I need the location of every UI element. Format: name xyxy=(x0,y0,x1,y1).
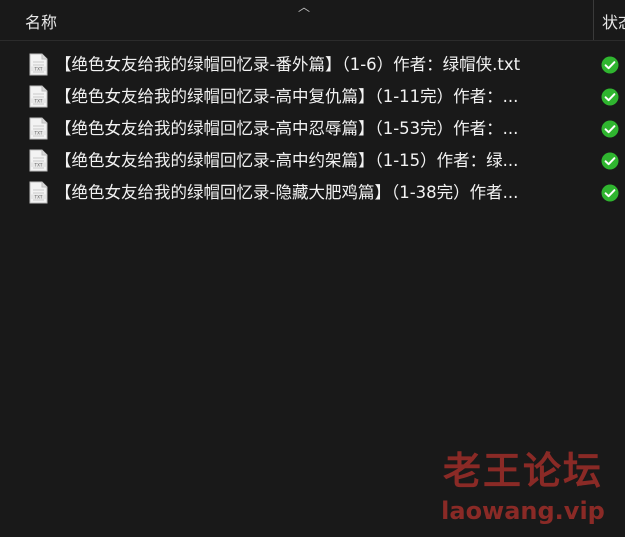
file-name[interactable]: 【绝色女友给我的绿帽回忆录-高中复仇篇】（1-11完）作者：... xyxy=(55,85,575,109)
column-divider[interactable] xyxy=(593,0,594,40)
file-row[interactable]: TXT 【绝色女友给我的绿帽回忆录-高中复仇篇】（1-11完）作者：... xyxy=(0,81,625,113)
name-column-header[interactable]: 名称 xyxy=(25,9,57,33)
file-row[interactable]: TXT 【绝色女友给我的绿帽回忆录-高中忍辱篇】（1-53完）作者：... xyxy=(0,113,625,145)
sync-status-check-icon xyxy=(601,120,619,138)
txt-file-icon: TXT xyxy=(29,117,48,140)
column-header: 名称 ︿ 状态 xyxy=(0,0,625,41)
file-name[interactable]: 【绝色女友给我的绿帽回忆录-隐藏大肥鸡篇】（1-38完）作者... xyxy=(55,181,575,205)
sync-status-check-icon xyxy=(601,56,619,74)
file-row[interactable]: TXT 【绝色女友给我的绿帽回忆录-番外篇】（1-6）作者：绿帽侠.txt xyxy=(0,49,625,81)
status-column-header[interactable]: 状态 xyxy=(602,9,625,33)
svg-text:TXT: TXT xyxy=(34,66,43,71)
sync-status-check-icon xyxy=(601,88,619,106)
file-name[interactable]: 【绝色女友给我的绿帽回忆录-高中忍辱篇】（1-53完）作者：... xyxy=(55,117,575,141)
txt-file-icon: TXT xyxy=(29,181,48,204)
sync-status-check-icon xyxy=(601,184,619,202)
file-row[interactable]: TXT 【绝色女友给我的绿帽回忆录-隐藏大肥鸡篇】（1-38完）作者... xyxy=(0,177,625,209)
file-name[interactable]: 【绝色女友给我的绿帽回忆录-高中约架篇】（1-15）作者：绿... xyxy=(55,149,575,173)
svg-text:TXT: TXT xyxy=(34,130,43,135)
svg-text:TXT: TXT xyxy=(34,194,43,199)
file-row[interactable]: TXT 【绝色女友给我的绿帽回忆录-高中约架篇】（1-15）作者：绿... xyxy=(0,145,625,177)
sync-status-check-icon xyxy=(601,152,619,170)
watermark-domain: laowang.vip xyxy=(441,497,605,525)
watermark: 老王论坛 laowang.vip xyxy=(438,448,608,526)
file-list: TXT 【绝色女友给我的绿帽回忆录-番外篇】（1-6）作者：绿帽侠.txt TXT 【… xyxy=(0,49,625,209)
txt-file-icon: TXT xyxy=(29,53,48,76)
txt-file-icon: TXT xyxy=(29,85,48,108)
svg-text:TXT: TXT xyxy=(34,98,43,103)
txt-file-icon: TXT xyxy=(29,149,48,172)
file-name[interactable]: 【绝色女友给我的绿帽回忆录-番外篇】（1-6）作者：绿帽侠.txt xyxy=(55,53,575,77)
watermark-title: 老王论坛 xyxy=(442,449,603,493)
sort-ascending-icon[interactable]: ︿ xyxy=(298,0,310,15)
svg-text:TXT: TXT xyxy=(34,162,43,167)
